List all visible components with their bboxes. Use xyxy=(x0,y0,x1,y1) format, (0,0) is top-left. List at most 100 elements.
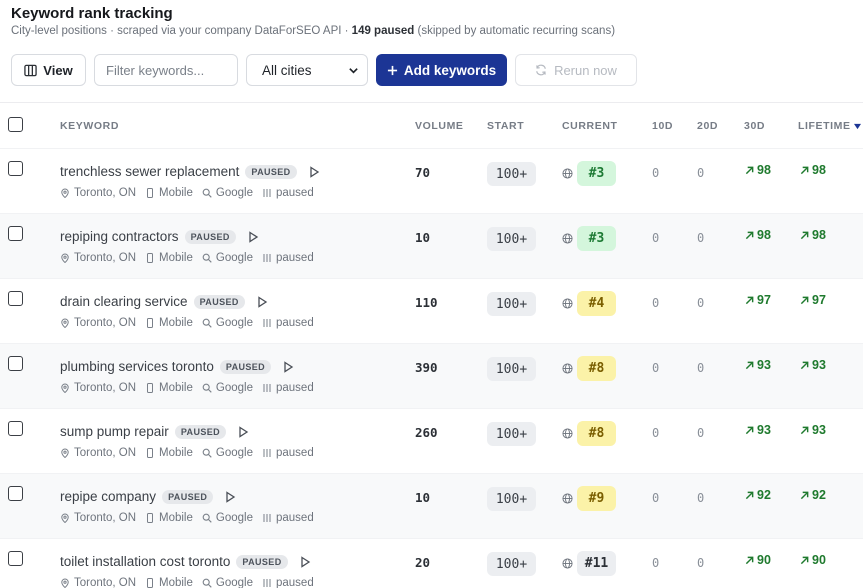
keyword-text[interactable]: toilet installation cost toronto xyxy=(60,554,230,569)
keyword-text[interactable]: drain clearing service xyxy=(60,294,188,309)
row-checkbox[interactable] xyxy=(8,226,23,241)
change-30d-value: 90 xyxy=(757,553,771,567)
change-10d: 0 xyxy=(652,231,660,245)
keyword-meta: Toronto, ON Mobile Google paused xyxy=(60,187,314,199)
globe-icon xyxy=(562,493,573,504)
device-text: Mobile xyxy=(159,187,193,199)
city-select[interactable]: All cities xyxy=(246,54,368,86)
location-meta: Toronto, ON xyxy=(60,187,136,199)
keyword-text[interactable]: trenchless sewer replacement xyxy=(60,164,239,179)
row-checkbox[interactable] xyxy=(8,421,23,436)
arrow-up-right-icon xyxy=(800,426,809,434)
location-text: Toronto, ON xyxy=(74,252,136,264)
column-lifetime-label: LIFETIME xyxy=(798,120,851,132)
change-30d-value: 97 xyxy=(757,293,771,307)
map-pin-icon xyxy=(61,448,69,458)
status-meta: paused xyxy=(262,577,314,588)
chevron-down-icon xyxy=(349,67,358,74)
change-lifetime-value: 93 xyxy=(812,423,826,437)
column-30d[interactable]: 30D xyxy=(744,120,765,132)
engine-text: Google xyxy=(215,187,253,199)
play-icon[interactable] xyxy=(236,425,250,439)
column-keyword[interactable]: KEYWORD xyxy=(60,120,119,132)
arrow-up-right-icon xyxy=(745,231,754,239)
play-icon[interactable] xyxy=(298,555,312,569)
keyword-text[interactable]: plumbing services toronto xyxy=(60,359,214,374)
volume-value: 390 xyxy=(415,360,438,375)
keyword-text[interactable]: sump pump repair xyxy=(60,424,169,439)
search-icon xyxy=(202,253,212,263)
current-rank-badge[interactable]: #9 xyxy=(577,486,616,511)
search-icon xyxy=(202,448,212,458)
keyword-meta: Toronto, ON Mobile Google paused xyxy=(60,252,314,264)
column-start[interactable]: START xyxy=(487,120,524,132)
paused-badge: PAUSED xyxy=(193,294,245,309)
volume-value: 260 xyxy=(415,425,438,440)
keyword-cell: sump pump repair PAUSED xyxy=(60,424,250,439)
arrow-up-right-icon xyxy=(800,166,809,174)
change-20d: 0 xyxy=(697,231,705,245)
change-30d-value: 93 xyxy=(757,358,771,372)
current-rank-badge[interactable]: #8 xyxy=(577,356,616,381)
rerun-now-button[interactable]: Rerun now xyxy=(515,54,637,86)
paused-badge: PAUSED xyxy=(236,554,288,569)
play-icon[interactable] xyxy=(255,295,269,309)
table-row[interactable]: drain clearing service PAUSED Toronto, O… xyxy=(0,278,863,343)
column-current[interactable]: CURRENT xyxy=(562,120,618,132)
row-checkbox[interactable] xyxy=(8,161,23,176)
engine-meta: Google xyxy=(202,252,253,264)
change-20d: 0 xyxy=(697,296,705,310)
location-meta: Toronto, ON xyxy=(60,512,136,524)
change-lifetime-value: 90 xyxy=(812,553,826,567)
view-button[interactable]: View xyxy=(11,54,86,86)
start-rank: 100+ xyxy=(487,227,536,251)
device-text: Mobile xyxy=(159,512,193,524)
volume-value: 10 xyxy=(415,230,431,245)
play-icon[interactable] xyxy=(281,360,295,374)
table-row[interactable]: sump pump repair PAUSED Toronto, ON Mobi… xyxy=(0,408,863,473)
volume-value: 10 xyxy=(415,490,431,505)
pause-bars-icon xyxy=(263,254,271,262)
current-rank-badge[interactable]: #4 xyxy=(577,291,616,316)
column-20d[interactable]: 20D xyxy=(697,120,718,132)
row-checkbox[interactable] xyxy=(8,291,23,306)
status-text: paused xyxy=(275,382,314,394)
change-20d: 0 xyxy=(697,361,705,375)
device-meta: Mobile xyxy=(145,512,193,524)
arrow-up-right-icon xyxy=(745,361,754,369)
select-all-checkbox[interactable] xyxy=(8,117,23,132)
play-icon[interactable] xyxy=(223,490,237,504)
change-30d: 97 xyxy=(745,293,771,307)
play-icon[interactable] xyxy=(307,165,321,179)
filter-keywords-input[interactable] xyxy=(94,54,238,86)
current-rank-badge[interactable]: #11 xyxy=(577,551,616,576)
keyword-cell: trenchless sewer replacement PAUSED xyxy=(60,164,321,179)
table-row[interactable]: plumbing services toronto PAUSED Toronto… xyxy=(0,343,863,408)
add-keywords-button[interactable]: Add keywords xyxy=(376,54,507,86)
row-checkbox[interactable] xyxy=(8,356,23,371)
keyword-text[interactable]: repiping contractors xyxy=(60,229,179,244)
engine-meta: Google xyxy=(202,187,253,199)
globe-icon xyxy=(562,298,573,309)
paused-badge: PAUSED xyxy=(162,489,214,504)
search-icon xyxy=(202,318,212,328)
current-rank-badge[interactable]: #3 xyxy=(577,226,616,251)
current-rank-badge[interactable]: #3 xyxy=(577,161,616,186)
table-row[interactable]: trenchless sewer replacement PAUSED Toro… xyxy=(0,148,863,213)
location-meta: Toronto, ON xyxy=(60,317,136,329)
play-icon[interactable] xyxy=(246,230,260,244)
row-checkbox[interactable] xyxy=(8,486,23,501)
keyword-text[interactable]: repipe company xyxy=(60,489,156,504)
table-row[interactable]: repipe company PAUSED Toronto, ON Mobile… xyxy=(0,473,863,538)
start-rank: 100+ xyxy=(487,487,536,511)
table-row[interactable]: toilet installation cost toronto PAUSED … xyxy=(0,538,863,588)
change-20d: 0 xyxy=(697,166,705,180)
column-volume[interactable]: VOLUME xyxy=(415,120,464,132)
table-row[interactable]: repiping contractors PAUSED Toronto, ON … xyxy=(0,213,863,278)
status-meta: paused xyxy=(262,512,314,524)
column-lifetime[interactable]: LIFETIME xyxy=(798,120,861,132)
change-30d: 98 xyxy=(745,228,771,242)
current-rank-badge[interactable]: #8 xyxy=(577,421,616,446)
row-checkbox[interactable] xyxy=(8,551,23,566)
column-10d[interactable]: 10D xyxy=(652,120,673,132)
